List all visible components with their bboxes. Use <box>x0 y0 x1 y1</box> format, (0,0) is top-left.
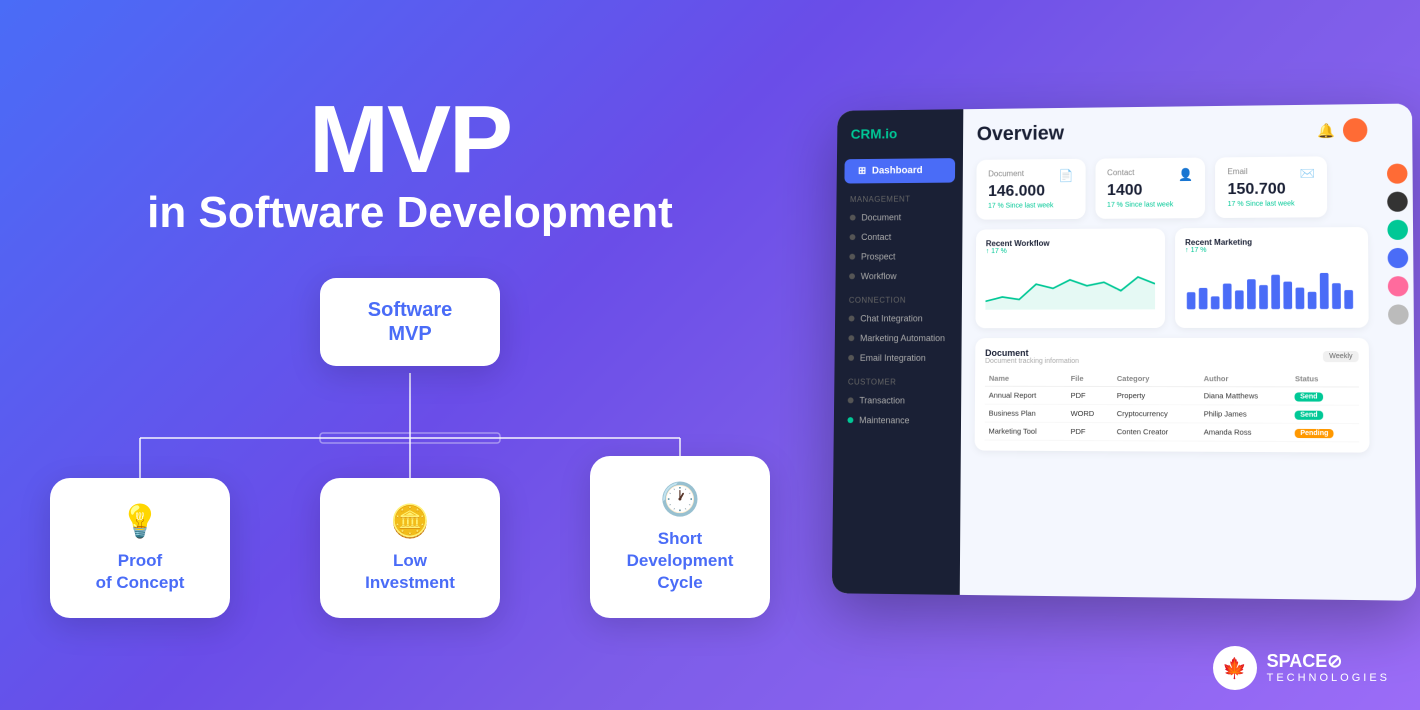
left-section: MVP in Software Development Software MVP <box>0 0 820 710</box>
pill-6 <box>1388 304 1409 324</box>
sidebar-item-transaction[interactable]: Transaction <box>834 390 961 410</box>
right-pills <box>1381 104 1416 601</box>
sidebar-item-chat[interactable]: Chat Integration <box>835 308 962 328</box>
title-sub: in Software Development <box>147 188 673 238</box>
center-box: Software MVP <box>320 278 500 366</box>
pill-5 <box>1388 276 1409 296</box>
charts-row: Recent Workflow ↑ 17 % Recent Marketing … <box>975 227 1368 328</box>
poc-label: Proofof Concept <box>70 550 210 594</box>
low-investment-label: LowInvestment <box>340 550 480 594</box>
cell-category: Cryptocurrency <box>1113 405 1200 423</box>
cell-category: Property <box>1113 387 1200 405</box>
stat-contact: Contact 👤 1400 17 % Since last week <box>1095 158 1205 219</box>
cell-name: Annual Report <box>985 386 1067 404</box>
logo-text: SPACE⊘ TECHNOLOGIES <box>1267 652 1390 684</box>
poc-icon: 💡 <box>70 502 210 540</box>
contact-icon: 👤 <box>1178 168 1193 182</box>
stat-document: Document 📄 146.000 17 % Since last week <box>976 159 1085 220</box>
col-name: Name <box>985 371 1067 387</box>
cell-file: PDF <box>1067 386 1113 404</box>
col-file: File <box>1067 371 1113 387</box>
crm-mockup: CRM.io ⊞ Dashboard Management Document C… <box>830 105 1420 605</box>
sidebar-section-customer: Customer <box>834 368 961 391</box>
popular-section <box>1337 156 1368 217</box>
cell-author: Amanda Ross <box>1200 423 1291 442</box>
stat-email: Email ✉️ 150.700 17 % Since last week <box>1215 156 1327 218</box>
sidebar-section-connection: Connection <box>835 286 962 309</box>
crm-main-content: Overview 🔔 Document 📄 146.000 17 % Since… <box>960 104 1385 600</box>
table-sub: Document tracking information <box>985 358 1079 365</box>
pill-4 <box>1388 248 1409 268</box>
sidebar-item-workflow[interactable]: Workflow <box>835 266 962 286</box>
cell-status: Pending <box>1291 423 1359 442</box>
table-row: Business Plan WORD Cryptocurrency Philip… <box>985 404 1359 423</box>
chart-marketing: Recent Marketing ↑ 17 % <box>1175 227 1369 328</box>
title-mvp: MVP <box>309 92 511 188</box>
sdc-icon: 🕐 <box>610 480 750 518</box>
col-status: Status <box>1291 371 1359 387</box>
document-table-card: Document Document tracking information W… <box>975 338 1370 453</box>
sidebar-item-marketing-auto[interactable]: Marketing Automation <box>835 328 962 348</box>
crm-sidebar: CRM.io ⊞ Dashboard Management Document C… <box>832 109 963 595</box>
crm-logo: CRM.io <box>837 125 963 158</box>
cell-file: WORD <box>1067 404 1113 422</box>
marketing-chart-svg <box>1185 257 1358 318</box>
brand-logo: 🍁 SPACE⊘ TECHNOLOGIES <box>1213 646 1390 690</box>
stat-contact-value: 1400 <box>1107 181 1193 200</box>
table-header: Name File Category Author Status <box>985 371 1359 387</box>
table-header-row: Document Document tracking information W… <box>985 348 1359 365</box>
sdc-label: ShortDevelopment Cycle <box>610 528 750 594</box>
sidebar-item-dashboard[interactable]: ⊞ Dashboard <box>844 158 955 183</box>
table-body: Annual Report PDF Property Diana Matthew… <box>985 386 1360 442</box>
table-row: Annual Report PDF Property Diana Matthew… <box>985 386 1359 405</box>
document-icon: 📄 <box>1059 169 1074 183</box>
box-short-dev-cycle: 🕐 ShortDevelopment Cycle <box>590 456 770 618</box>
cell-category: Conten Creator <box>1113 423 1200 441</box>
sidebar-section-management: Management <box>836 184 962 208</box>
stat-document-value: 146.000 <box>988 183 1073 201</box>
box-proof-of-concept: 💡 Proofof Concept <box>50 478 230 618</box>
cell-status: Send <box>1291 405 1359 423</box>
table-title: Document <box>985 348 1079 358</box>
stats-row: Document 📄 146.000 17 % Since last week … <box>976 156 1368 220</box>
workflow-chart-change: ↑ 17 % <box>986 247 1155 255</box>
bell-icon[interactable]: 🔔 <box>1317 122 1335 139</box>
chart-workflow: Recent Workflow ↑ 17 % <box>975 228 1165 328</box>
cell-file: PDF <box>1066 422 1112 440</box>
sidebar-item-document[interactable]: Document <box>836 207 962 227</box>
avatar <box>1343 118 1368 142</box>
low-investment-icon: 🪙 <box>340 502 480 540</box>
document-table: Name File Category Author Status Annual … <box>985 371 1360 443</box>
stat-contact-change: 17 % Since last week <box>1107 201 1193 209</box>
sidebar-item-email-int[interactable]: Email Integration <box>835 348 962 368</box>
table-row: Marketing Tool PDF Conten Creator Amanda… <box>985 422 1360 442</box>
stat-email-value: 150.700 <box>1227 180 1315 199</box>
pill-1 <box>1387 164 1408 184</box>
logo-icon: 🍁 <box>1213 646 1257 690</box>
col-category: Category <box>1113 371 1200 387</box>
cell-author: Diana Matthews <box>1200 387 1291 405</box>
pill-2 <box>1387 192 1408 212</box>
col-author: Author <box>1200 371 1291 387</box>
cell-name: Business Plan <box>985 404 1067 422</box>
sidebar-item-prospect[interactable]: Prospect <box>836 246 963 266</box>
sidebar-item-maintenance[interactable]: Maintenance <box>834 410 961 430</box>
cell-name: Marketing Tool <box>985 422 1067 440</box>
box-low-investment: 🪙 LowInvestment <box>320 478 500 618</box>
sidebar-item-contact[interactable]: Contact <box>836 227 963 247</box>
workflow-chart-svg <box>985 258 1155 318</box>
crm-window: CRM.io ⊞ Dashboard Management Document C… <box>832 104 1416 601</box>
marketing-chart-change: ↑ 17 % <box>1185 246 1358 254</box>
diagram: Software MVP 💡 Proofof Concept 🪙 LowInve… <box>50 278 770 618</box>
center-box-label: Software MVP <box>360 298 460 346</box>
email-icon: ✉️ <box>1300 166 1315 180</box>
cell-status: Send <box>1291 387 1359 405</box>
crm-page-title: Overview <box>977 122 1064 146</box>
stat-email-change: 17 % Since last week <box>1228 200 1316 208</box>
cell-author: Philip James <box>1200 405 1291 423</box>
crm-header: Overview 🔔 <box>977 118 1368 146</box>
weekly-dropdown[interactable]: Weekly <box>1323 351 1359 362</box>
pill-3 <box>1387 220 1408 240</box>
stat-document-change: 17 % Since last week <box>988 202 1073 210</box>
